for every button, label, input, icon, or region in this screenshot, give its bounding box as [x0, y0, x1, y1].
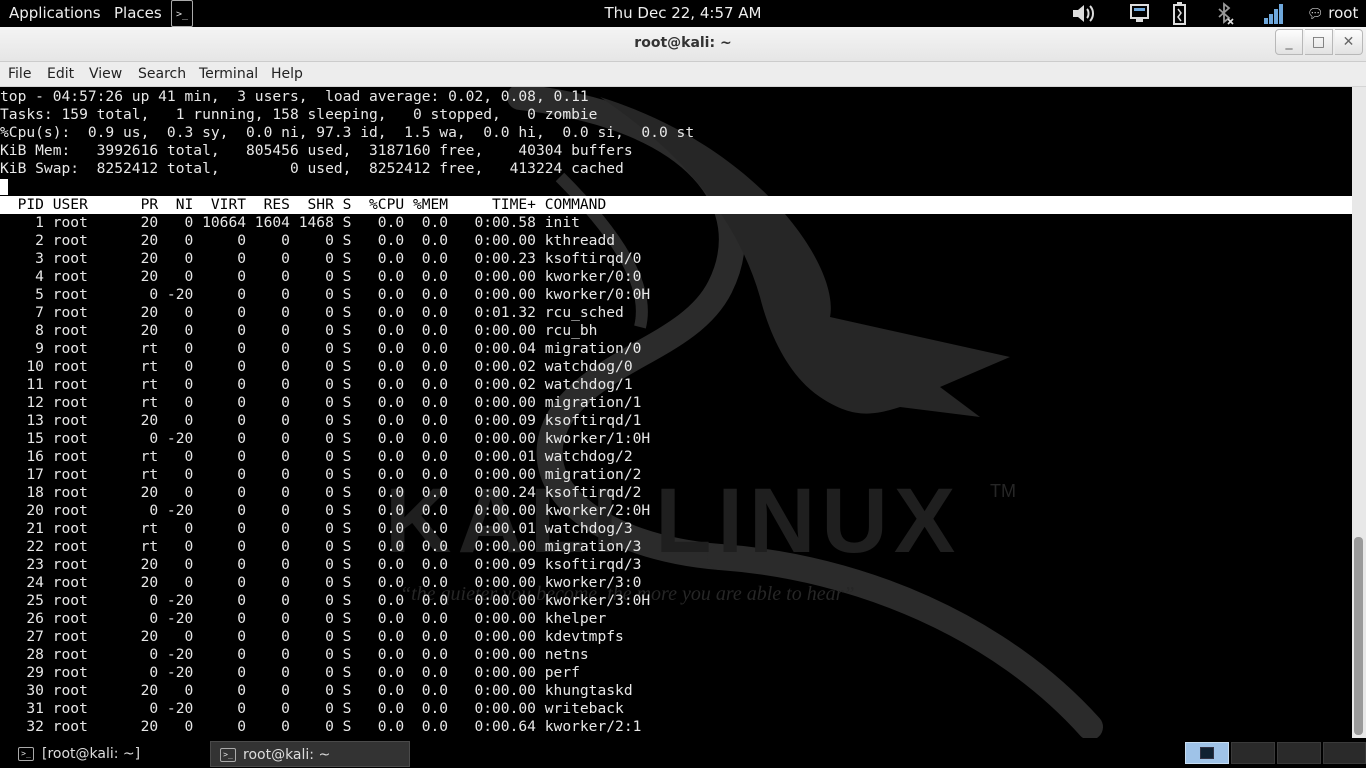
workspace-2[interactable]	[1231, 742, 1275, 764]
workspace-4[interactable]	[1323, 742, 1366, 764]
table-row: 22 root rt 0 0 0 0 S 0.0 0.0 0:00.00 mig…	[0, 538, 642, 555]
table-row: 18 root 20 0 0 0 0 S 0.0 0.0 0:00.24 kso…	[0, 484, 642, 501]
top-panel: Applications Places >_ Thu Dec 22, 4:57 …	[0, 0, 1366, 27]
table-row: 17 root rt 0 0 0 0 S 0.0 0.0 0:00.00 mig…	[0, 466, 642, 483]
table-row: 28 root 0 -20 0 0 0 S 0.0 0.0 0:00.00 ne…	[0, 646, 589, 663]
terminal-view[interactable]: KALI LINUX TM “the quieter you become, t…	[0, 87, 1352, 738]
table-row: 12 root rt 0 0 0 0 S 0.0 0.0 0:00.00 mig…	[0, 394, 642, 411]
signal-icon[interactable]	[1262, 0, 1286, 27]
table-row: 26 root 0 -20 0 0 0 S 0.0 0.0 0:00.00 kh…	[0, 610, 607, 627]
table-row: 16 root rt 0 0 0 0 S 0.0 0.0 0:00.01 wat…	[0, 448, 633, 465]
table-row: 29 root 0 -20 0 0 0 S 0.0 0.0 0:00.00 pe…	[0, 664, 580, 681]
table-row: 31 root 0 -20 0 0 0 S 0.0 0.0 0:00.00 wr…	[0, 700, 624, 717]
maximize-button[interactable]: □	[1305, 29, 1333, 55]
table-row: 4 root 20 0 0 0 0 S 0.0 0.0 0:00.00 kwor…	[0, 268, 642, 285]
table-row: 25 root 0 -20 0 0 0 S 0.0 0.0 0:00.00 kw…	[0, 592, 651, 609]
window-titlebar[interactable]: root@kali: ~ _ □ ✕	[0, 27, 1366, 62]
terminal-icon: >_	[220, 748, 236, 762]
terminal-launcher-icon[interactable]: >_	[171, 0, 193, 27]
terminal-icon: >_	[18, 747, 34, 761]
text-cursor	[0, 179, 8, 195]
top-tasks-line: Tasks: 159 total, 1 running, 158 sleepin…	[0, 106, 598, 123]
top-swap-line: KiB Swap: 8252412 total, 0 used, 8252412…	[0, 160, 624, 177]
taskbar-item-minimized[interactable]: >_ [root@kali: ~]	[0, 741, 205, 767]
menu-search[interactable]: Search	[138, 62, 186, 87]
table-row: 7 root 20 0 0 0 0 S 0.0 0.0 0:01.32 rcu_…	[0, 304, 624, 321]
battery-icon[interactable]	[1171, 0, 1189, 27]
speaker-icon[interactable]	[1070, 0, 1096, 27]
table-row: 13 root 20 0 0 0 0 S 0.0 0.0 0:00.09 kso…	[0, 412, 642, 429]
window-title: root@kali: ~	[634, 35, 732, 51]
close-button[interactable]: ✕	[1335, 29, 1363, 55]
menu-edit[interactable]: Edit	[47, 62, 74, 87]
table-row: 2 root 20 0 0 0 0 S 0.0 0.0 0:00.00 kthr…	[0, 232, 616, 249]
table-row: 8 root 20 0 0 0 0 S 0.0 0.0 0:00.00 rcu_…	[0, 322, 598, 339]
top-mem-line: KiB Mem: 3992616 total, 805456 used, 318…	[0, 142, 633, 159]
workspace-3[interactable]	[1277, 742, 1321, 764]
table-row: 21 root rt 0 0 0 0 S 0.0 0.0 0:00.01 wat…	[0, 520, 633, 537]
menu-terminal[interactable]: Terminal	[199, 62, 258, 87]
table-row: 3 root 20 0 0 0 0 S 0.0 0.0 0:00.23 ksof…	[0, 250, 642, 267]
table-row: 30 root 20 0 0 0 0 S 0.0 0.0 0:00.00 khu…	[0, 682, 633, 699]
user-name: root	[1328, 4, 1359, 22]
chat-icon: 💬︎	[1307, 7, 1324, 22]
scrollbar-thumb[interactable]	[1354, 537, 1363, 735]
bluetooth-disabled-icon[interactable]	[1215, 0, 1235, 27]
table-row: 11 root rt 0 0 0 0 S 0.0 0.0 0:00.02 wat…	[0, 376, 633, 393]
close-icon: ✕	[1342, 34, 1355, 50]
minimize-icon: _	[1285, 34, 1293, 50]
table-row: 1 root 20 0 10664 1604 1468 S 0.0 0.0 0:…	[0, 214, 580, 231]
taskbar-item-active[interactable]: >_ root@kali: ~	[210, 741, 410, 767]
maximize-icon: □	[1311, 34, 1326, 50]
places-menu[interactable]: Places	[114, 0, 162, 27]
user-menu[interactable]: 💬︎ root	[1307, 0, 1358, 27]
top-uptime-line: top - 04:57:26 up 41 min, 3 users, load …	[0, 88, 589, 105]
top-output: top - 04:57:26 up 41 min, 3 users, load …	[0, 88, 1352, 736]
table-row: 27 root 20 0 0 0 0 S 0.0 0.0 0:00.00 kde…	[0, 628, 624, 645]
table-row: 24 root 20 0 0 0 0 S 0.0 0.0 0:00.00 kwo…	[0, 574, 642, 591]
table-header: PID USER PR NI VIRT RES SHR S %CPU %MEM …	[0, 196, 1352, 214]
prompt-line	[0, 178, 1352, 196]
bottom-panel: >_ [root@kali: ~] >_ root@kali: ~	[0, 738, 1366, 768]
menu-help[interactable]: Help	[271, 62, 303, 87]
table-row: 5 root 0 -20 0 0 0 S 0.0 0.0 0:00.00 kwo…	[0, 286, 651, 303]
menu-view[interactable]: View	[89, 62, 122, 87]
clock-container: Thu Dec 22, 4:57 AM	[0, 0, 1366, 27]
terminal-scrollbar[interactable]	[1352, 87, 1366, 738]
table-row: 10 root rt 0 0 0 0 S 0.0 0.0 0:00.02 wat…	[0, 358, 633, 375]
top-cpu-line: %Cpu(s): 0.9 us, 0.3 sy, 0.0 ni, 97.3 id…	[0, 124, 695, 141]
menu-file[interactable]: File	[8, 62, 31, 87]
minimize-button[interactable]: _	[1275, 29, 1303, 55]
clock[interactable]: Thu Dec 22, 4:57 AM	[604, 4, 761, 22]
taskbar-item-label: [root@kali: ~]	[42, 746, 141, 762]
table-row: 15 root 0 -20 0 0 0 S 0.0 0.0 0:00.00 kw…	[0, 430, 651, 447]
table-row: 20 root 0 -20 0 0 0 S 0.0 0.0 0:00.00 kw…	[0, 502, 651, 519]
table-row: 23 root 20 0 0 0 0 S 0.0 0.0 0:00.09 kso…	[0, 556, 642, 573]
menu-bar: File Edit View Search Terminal Help	[0, 62, 1366, 87]
taskbar-item-label: root@kali: ~	[243, 747, 331, 763]
applications-menu[interactable]: Applications	[9, 0, 101, 27]
window-thumbnail-icon	[1200, 747, 1214, 759]
table-row: 32 root 20 0 0 0 0 S 0.0 0.0 0:00.64 kwo…	[0, 718, 642, 735]
network-icon[interactable]	[1129, 0, 1151, 27]
table-row: 9 root rt 0 0 0 0 S 0.0 0.0 0:00.04 migr…	[0, 340, 642, 357]
workspace-1[interactable]	[1185, 742, 1229, 764]
